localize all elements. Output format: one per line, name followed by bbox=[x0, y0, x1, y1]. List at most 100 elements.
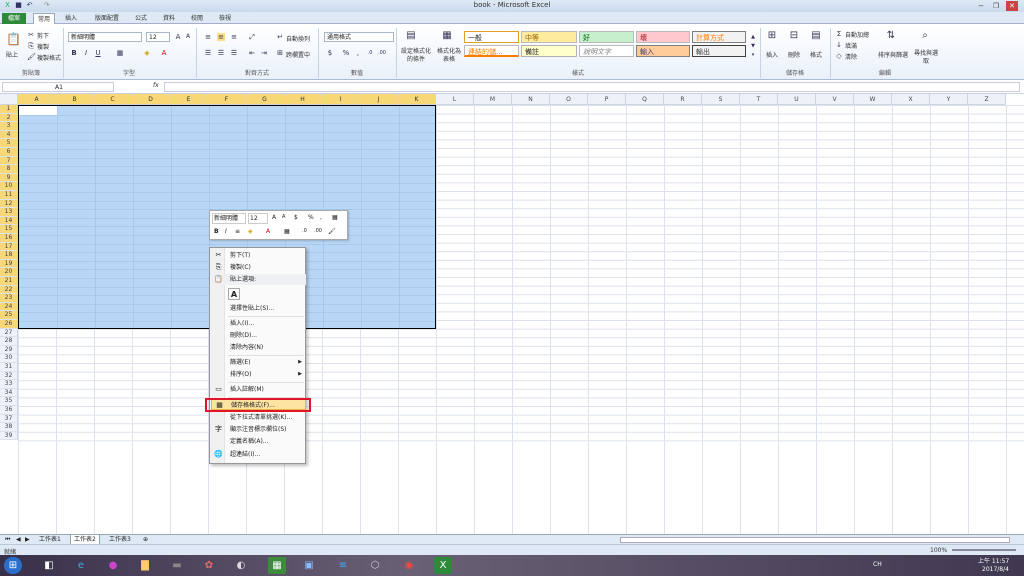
menu-item-sort[interactable]: 排序(O) ▶ bbox=[211, 369, 306, 380]
paste-icon[interactable]: 📋 bbox=[6, 32, 21, 46]
cut-button[interactable]: 剪下 bbox=[37, 31, 49, 40]
maximize-button[interactable]: ❐ bbox=[990, 1, 1002, 11]
start-icon[interactable]: ⊞ bbox=[4, 557, 22, 574]
styles-more-icon[interactable]: ▾ bbox=[749, 51, 757, 59]
menu-item-insert[interactable]: 插入(I)... bbox=[211, 318, 306, 329]
fx-icon[interactable]: fx bbox=[153, 82, 159, 89]
decrease-decimal-icon[interactable]: .00 bbox=[378, 49, 386, 57]
worksheet-grid[interactable]: ABCDEFGHIJKLMNOPQRSTUVWXYZ 1 2 3 4 5 6 7 8 9 10 11… bbox=[0, 94, 1024, 534]
find-select-button[interactable]: 尋找與選取 bbox=[914, 50, 938, 66]
font-size-select[interactable]: 12 bbox=[146, 32, 170, 42]
mini-comma-button[interactable]: , bbox=[320, 213, 322, 222]
style-neutral[interactable]: 中等 bbox=[521, 31, 577, 43]
mini-italic-button[interactable]: I bbox=[225, 227, 227, 236]
taskbar-app-icon[interactable]: ◐ bbox=[232, 557, 250, 574]
minimize-button[interactable]: − bbox=[975, 1, 987, 11]
delete-cells-button[interactable]: 刪除 bbox=[788, 50, 800, 59]
bold-button[interactable]: B bbox=[70, 49, 78, 57]
menu-item-copy[interactable]: ⎘ 複製(C) bbox=[211, 262, 306, 273]
mini-bold-button[interactable]: B bbox=[214, 227, 219, 236]
taskbar-app-icon[interactable]: ⬡ bbox=[366, 557, 384, 574]
number-format-select[interactable]: 通用格式 bbox=[324, 32, 394, 42]
mini-fill-color-icon[interactable]: ◈ bbox=[248, 227, 253, 236]
mini-percent-button[interactable]: % bbox=[308, 213, 314, 222]
taskbar-app-icon[interactable]: ● bbox=[104, 557, 122, 574]
horizontal-scrollbar[interactable] bbox=[620, 537, 1010, 543]
font-color-icon[interactable]: A bbox=[160, 49, 168, 57]
grow-font-icon[interactable]: A bbox=[174, 33, 182, 41]
input-language[interactable]: CH bbox=[873, 561, 882, 568]
format-cells-button[interactable]: 格式 bbox=[810, 50, 822, 59]
menu-item-define-name[interactable]: 定義名稱(A)... bbox=[211, 436, 306, 447]
align-top-icon[interactable]: ≡ bbox=[204, 33, 212, 41]
border-icon[interactable]: ▦ bbox=[116, 49, 124, 57]
style-output[interactable]: 輸出 bbox=[692, 45, 746, 57]
mini-grow-font-icon[interactable]: A bbox=[272, 213, 276, 222]
mini-border-icon[interactable]: ▦ bbox=[284, 227, 290, 236]
underline-button[interactable]: U bbox=[94, 49, 102, 57]
tab-review[interactable]: 校閱 bbox=[186, 13, 208, 24]
mini-size-select[interactable]: 12 bbox=[248, 213, 268, 224]
folder-icon[interactable]: ▇ bbox=[136, 557, 154, 574]
mini-format-icon[interactable]: ▦ bbox=[332, 213, 338, 222]
align-middle-icon[interactable]: ≡ bbox=[217, 33, 225, 41]
formula-input[interactable] bbox=[164, 82, 1020, 92]
paste-button[interactable]: 貼上 bbox=[6, 50, 18, 59]
tab-view[interactable]: 檢視 bbox=[214, 13, 236, 24]
taskbar-app-icon[interactable]: ◧ bbox=[40, 557, 58, 574]
conditional-format-button[interactable]: 設定格式化的條件 bbox=[399, 48, 433, 64]
chrome-icon[interactable]: ◉ bbox=[400, 557, 418, 574]
align-left-icon[interactable]: ☰ bbox=[204, 49, 212, 57]
styles-scroll-up-icon[interactable]: ▲ bbox=[749, 33, 757, 41]
align-bottom-icon[interactable]: ≡ bbox=[230, 33, 238, 41]
tab-home[interactable]: 常用 bbox=[33, 13, 55, 24]
comma-button[interactable]: , bbox=[354, 49, 362, 57]
taskbar-app-icon[interactable]: ✿ bbox=[200, 557, 218, 574]
mini-format-painter-icon[interactable]: 🖌 bbox=[328, 227, 336, 236]
insert-cells-button[interactable]: 插入 bbox=[766, 50, 778, 59]
tab-formulas[interactable]: 公式 bbox=[130, 13, 152, 24]
taskbar-app-icon[interactable]: ▦ bbox=[268, 557, 286, 574]
font-name-select[interactable]: 新細明體 bbox=[68, 32, 142, 42]
align-right-icon[interactable]: ☰ bbox=[230, 49, 238, 57]
excel-taskbar-icon[interactable]: X bbox=[434, 557, 452, 574]
style-normal[interactable]: 一般 bbox=[464, 31, 519, 43]
currency-button[interactable]: $ bbox=[326, 49, 334, 57]
mini-decrease-decimal-icon[interactable]: .00 bbox=[314, 227, 322, 236]
style-linked-cell[interactable]: 連結的儲... bbox=[464, 45, 519, 57]
clock-time[interactable]: 上午 11:57 bbox=[978, 556, 1009, 565]
menu-item-delete[interactable]: 刪除(D)... bbox=[211, 330, 306, 341]
wrap-text-button[interactable]: 自動換列 bbox=[286, 34, 310, 43]
format-painter-button[interactable]: 複製格式 bbox=[37, 53, 61, 62]
shrink-font-icon[interactable]: A bbox=[184, 33, 192, 41]
style-input[interactable]: 輸入 bbox=[636, 45, 690, 57]
sort-filter-button[interactable]: 排序與篩選 bbox=[878, 50, 908, 59]
styles-scroll-down-icon[interactable]: ▼ bbox=[749, 42, 757, 50]
fill-button[interactable]: 填滿 bbox=[845, 41, 857, 50]
style-bad[interactable]: 壞 bbox=[636, 31, 690, 43]
mini-currency-button[interactable]: $ bbox=[294, 213, 298, 222]
fill-color-icon[interactable]: ◈ bbox=[143, 49, 151, 57]
copy-button[interactable]: 複製 bbox=[37, 42, 49, 51]
style-explanatory[interactable]: 說明文字 bbox=[579, 45, 634, 57]
orientation-icon[interactable]: ⤢ bbox=[248, 33, 256, 41]
mini-center-icon[interactable]: ≡ bbox=[235, 227, 240, 236]
menu-item-insert-comment[interactable]: ▭ 插入註解(M) bbox=[211, 384, 306, 395]
italic-button[interactable]: I bbox=[82, 49, 90, 57]
align-center-icon[interactable]: ☰ bbox=[217, 49, 225, 57]
tab-insert[interactable]: 插入 bbox=[60, 13, 82, 24]
name-box[interactable]: A1 bbox=[2, 82, 114, 92]
decrease-indent-icon[interactable]: ⇤ bbox=[248, 49, 256, 57]
tab-file[interactable]: 檔案 bbox=[2, 13, 26, 24]
increase-indent-icon[interactable]: ⇥ bbox=[260, 49, 268, 57]
clock-date[interactable]: 2017/8/4 bbox=[982, 566, 1009, 573]
style-calculation[interactable]: 計算方式 bbox=[692, 31, 746, 43]
paste-values-button[interactable]: A bbox=[228, 288, 240, 300]
style-note[interactable]: 備註 bbox=[521, 45, 577, 57]
mini-font-select[interactable]: 新細明體 bbox=[212, 213, 246, 224]
clear-button[interactable]: 清除 bbox=[845, 52, 857, 61]
menu-item-paste-special[interactable]: 選擇性貼上(S)... bbox=[211, 303, 306, 314]
taskbar-app-icon[interactable]: ▣ bbox=[300, 557, 318, 574]
menu-item-filter[interactable]: 篩選(E) ▶ bbox=[211, 357, 306, 368]
menu-item-clear-contents[interactable]: 清除內容(N) bbox=[211, 342, 306, 353]
